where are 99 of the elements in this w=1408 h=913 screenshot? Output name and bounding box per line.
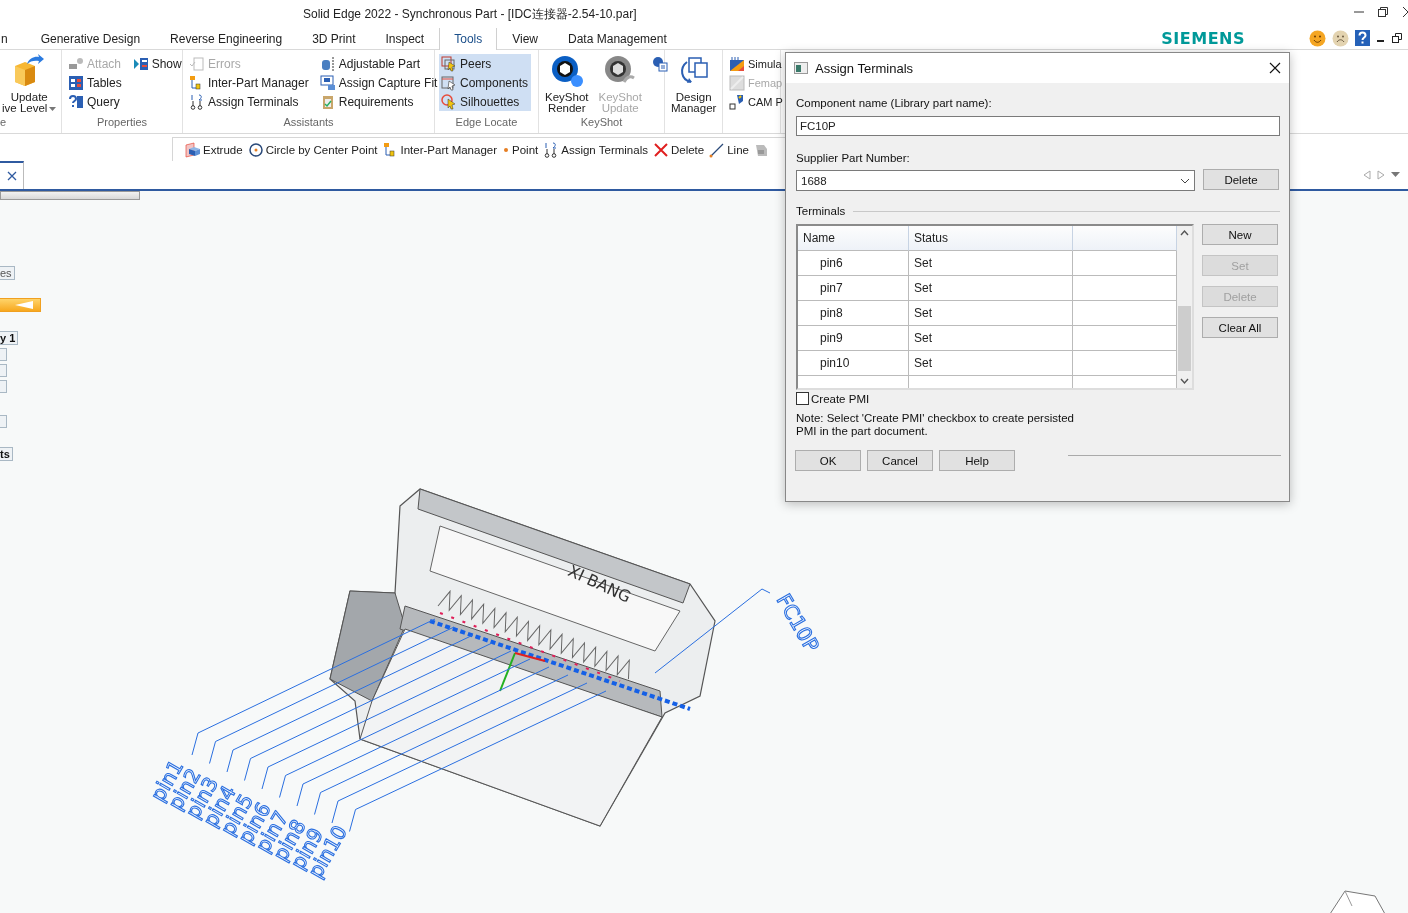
ribbon-button[interactable]: Adjustable Part bbox=[317, 54, 441, 73]
group-label: e bbox=[0, 116, 8, 130]
command-button[interactable]: Extrude bbox=[185, 141, 243, 158]
ribbon-button[interactable]: Simula bbox=[727, 54, 786, 73]
note-text: Note: Select 'Create PMI' checkbox to create persisted PMI in the part document. bbox=[796, 412, 1075, 438]
table-cell: Set bbox=[909, 301, 1073, 326]
column-header[interactable]: Status bbox=[909, 226, 1073, 251]
group-label: Properties bbox=[95, 116, 149, 130]
dialog-button[interactable]: Help bbox=[939, 450, 1015, 471]
numbered-pins-icon bbox=[189, 93, 205, 110]
command-button[interactable]: Point bbox=[502, 143, 539, 156]
happy-face-icon[interactable] bbox=[1309, 29, 1326, 47]
close-icon[interactable] bbox=[1269, 62, 1281, 74]
group-label: Assistants bbox=[282, 116, 335, 130]
document-tab[interactable] bbox=[0, 161, 24, 189]
chevron-icon bbox=[1180, 177, 1190, 184]
collapse-bar[interactable] bbox=[0, 298, 41, 312]
square-icon bbox=[729, 74, 745, 91]
left-arrow-icon[interactable] bbox=[1363, 170, 1371, 180]
command-button[interactable]: Assign Terminals bbox=[543, 141, 648, 158]
capture-icon bbox=[319, 74, 336, 91]
dialog-button[interactable]: New bbox=[1202, 224, 1278, 245]
caret-icon[interactable] bbox=[1391, 172, 1400, 178]
group-label: Edge Locate bbox=[454, 116, 519, 130]
heatmap-icon bbox=[729, 55, 745, 72]
cam-icon bbox=[729, 93, 745, 110]
cursor-icon bbox=[441, 93, 457, 110]
box-icon bbox=[185, 141, 201, 158]
plug-icon bbox=[68, 55, 84, 72]
ribbon-button[interactable]: KeyShot Render bbox=[543, 54, 591, 114]
ribbon-button[interactable]: Query bbox=[66, 92, 125, 111]
ribbon-button[interactable]: Show bbox=[130, 54, 185, 73]
command-button[interactable]: Circle by Center Point bbox=[247, 141, 378, 158]
ribbon-button[interactable]: Inter-Part Manager bbox=[187, 73, 312, 92]
checkbox[interactable] bbox=[796, 392, 809, 405]
table-cell: pin7 bbox=[798, 276, 909, 301]
ribbon-button[interactable]: Design Manager bbox=[669, 54, 719, 114]
cylinder-icon bbox=[319, 55, 336, 72]
checklist-icon bbox=[189, 55, 205, 72]
group-label: Terminals bbox=[796, 205, 846, 217]
pane-header[interactable]: ts bbox=[0, 447, 13, 461]
point-icon bbox=[502, 145, 510, 154]
pane-header[interactable]: y 1 bbox=[0, 331, 19, 345]
table-cell: Set bbox=[909, 276, 1073, 301]
table-cell: Set bbox=[909, 326, 1073, 351]
arrow-icon bbox=[15, 301, 33, 309]
table-cell: pin6 bbox=[798, 251, 909, 276]
question-icon bbox=[68, 93, 84, 110]
dialog-title: Assign Terminals bbox=[815, 60, 915, 76]
lens-icon bbox=[549, 54, 584, 88]
cursor-icon bbox=[441, 74, 457, 91]
dialog-button[interactable]: Clear All bbox=[1202, 317, 1278, 338]
dropdown-field[interactable]: 1688 bbox=[796, 170, 1195, 191]
brand-logo: SIEMENS bbox=[1161, 28, 1245, 48]
scroll-bar[interactable] bbox=[0, 191, 140, 200]
close-icon[interactable] bbox=[6, 171, 17, 181]
ribbon-button[interactable]: Update ive Level bbox=[0, 54, 59, 114]
ribbon-button[interactable]: Assign Capture Fit bbox=[317, 73, 441, 92]
right-arrow-icon[interactable] bbox=[1377, 170, 1385, 180]
ribbon-button[interactable]: Assign Terminals bbox=[187, 92, 312, 111]
command-button[interactable]: Inter-Part Manager bbox=[382, 141, 497, 158]
list-icon bbox=[132, 55, 149, 72]
ribbon-button[interactable]: Tables bbox=[66, 73, 125, 92]
table-cell: pin8 bbox=[798, 301, 909, 326]
window-title: Solid Edge 2022 - Synchronous Part - [IDC连接器-2.54-10.par] bbox=[303, 5, 637, 23]
dialog-button[interactable]: Cancel bbox=[867, 450, 933, 471]
ribbon-tab[interactable]: Tools bbox=[439, 27, 498, 50]
group-label: KeyShot bbox=[579, 116, 624, 130]
ribbon-button[interactable]: Peers bbox=[439, 54, 532, 73]
help-icon[interactable] bbox=[1355, 30, 1370, 46]
circle-icon bbox=[247, 141, 264, 158]
pane-button[interactable]: es bbox=[0, 266, 15, 280]
table-cell: Set bbox=[909, 351, 1073, 376]
globe-list-icon bbox=[651, 55, 668, 72]
dialog-button[interactable]: OK bbox=[795, 450, 861, 471]
column-header[interactable]: Name bbox=[798, 226, 909, 251]
checkbox-label: Create PMI bbox=[811, 392, 870, 405]
scroll-bar[interactable] bbox=[1177, 226, 1192, 388]
window-icon bbox=[794, 62, 808, 74]
cursor-icon bbox=[441, 55, 457, 72]
ribbon-button[interactable]: Requirements bbox=[317, 92, 441, 111]
ribbon-button[interactable]: Silhouettes bbox=[439, 92, 532, 111]
field-label: Supplier Part Number: bbox=[796, 152, 911, 164]
command-button[interactable]: Line bbox=[709, 141, 749, 158]
table-cell: pin9 bbox=[798, 326, 909, 351]
restore-icon[interactable] bbox=[1392, 33, 1402, 43]
field-label: Component name (Library part name): bbox=[796, 97, 993, 109]
table-cell: Set bbox=[909, 251, 1073, 276]
delete-button[interactable]: Delete bbox=[1203, 169, 1279, 190]
delete-icon bbox=[652, 141, 669, 158]
input-field[interactable]: FC10P bbox=[796, 116, 1280, 136]
table-icon bbox=[68, 74, 84, 91]
ribbon-button[interactable]: CAM P bbox=[727, 92, 786, 111]
ribbon-button[interactable]: Components bbox=[439, 73, 532, 92]
restore-icon[interactable] bbox=[1378, 7, 1388, 17]
sad-face-icon[interactable] bbox=[1332, 29, 1349, 47]
table-cell: pin10 bbox=[798, 351, 909, 376]
line-icon bbox=[709, 141, 726, 158]
command-button[interactable]: Delete bbox=[652, 141, 705, 158]
